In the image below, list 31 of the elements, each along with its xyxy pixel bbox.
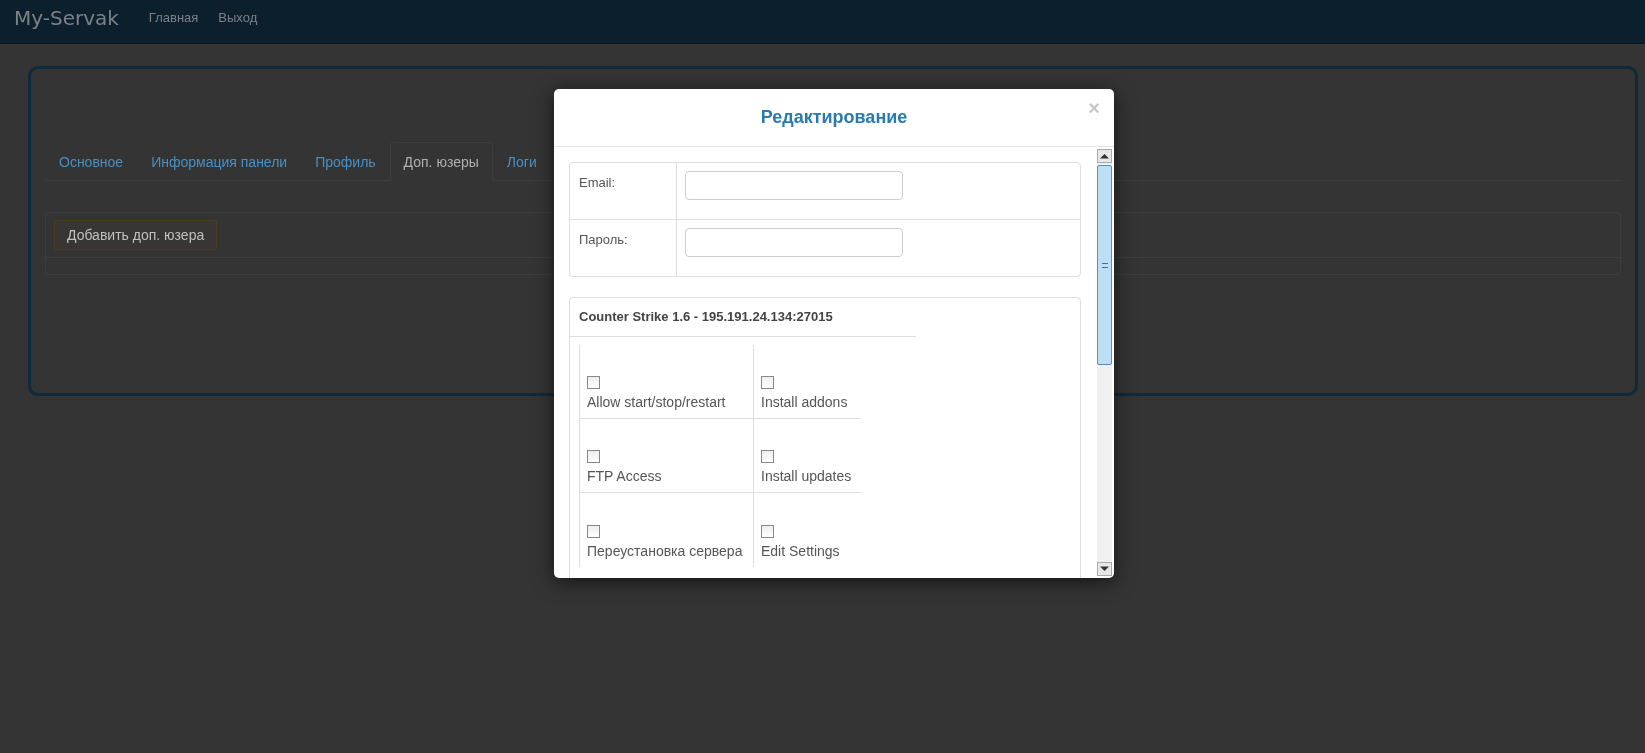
checkbox[interactable] <box>587 525 600 538</box>
add-user-button[interactable]: Добавить доп. юзера <box>54 220 218 250</box>
checkbox[interactable] <box>587 450 600 463</box>
permission-label: FTP Access <box>587 468 662 484</box>
scroll-down-icon[interactable] <box>1097 562 1112 576</box>
scrollbar[interactable] <box>1097 149 1112 576</box>
permission-label: Переустановка сервера <box>587 543 743 559</box>
checkbox[interactable] <box>761 450 774 463</box>
input-field[interactable] <box>685 171 903 200</box>
scroll-thumb[interactable] <box>1097 165 1112 365</box>
tab[interactable]: Профиль <box>301 142 390 180</box>
input-field[interactable] <box>685 228 903 257</box>
checkbox[interactable] <box>761 525 774 538</box>
nav-link[interactable]: Главная <box>148 10 199 25</box>
dialog-title: Редактирование <box>760 107 908 128</box>
checkbox[interactable] <box>587 376 600 389</box>
tab[interactable]: Логи <box>492 142 551 180</box>
tab[interactable]: Информация панели <box>137 142 302 180</box>
nav-link[interactable]: Выход <box>218 10 258 25</box>
field-label: Пароль: <box>579 232 628 247</box>
server-title: Counter Strike 1.6 - 195.191.24.134:27015 <box>570 298 916 337</box>
permission-label: Allow start/stop/restart <box>587 394 726 410</box>
checkbox[interactable] <box>761 376 774 389</box>
brand-logo[interactable]: My-Servak <box>14 5 119 30</box>
permission-label: Install updates <box>761 468 852 484</box>
field-label: Email: <box>579 175 616 190</box>
tab[interactable]: Основное <box>45 142 138 180</box>
permission-label: Edit Settings <box>761 543 840 559</box>
scroll-up-icon[interactable] <box>1097 149 1112 163</box>
tab[interactable]: Доп. юзеры <box>389 142 493 181</box>
permission-label: Install addons <box>761 394 848 410</box>
